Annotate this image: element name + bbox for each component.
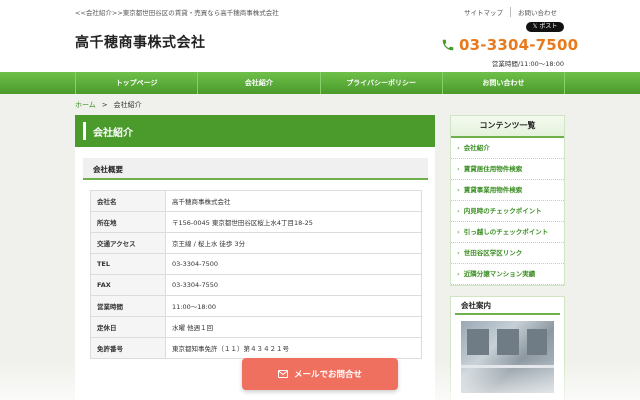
table-row: 免許番号 東京都知事免許（１１）第４３４２１号 — [90, 337, 422, 359]
sidebar-item-label: 賃貸事業用物件検索 — [463, 186, 523, 194]
nav-top[interactable]: トップページ — [75, 72, 197, 94]
arrow-icon: › — [457, 186, 460, 194]
contact-link[interactable]: お問い合わせ — [510, 7, 564, 17]
page-header: 会社紹介 — [75, 115, 435, 147]
row-label: FAX — [90, 274, 166, 296]
row-label: 交通アクセス — [90, 232, 166, 254]
section-title: 会社概要 — [93, 165, 123, 174]
sidebar: コンテンツ一覧 › 会社紹介 › 賃貸居住用物件検索 › 賃貸事業用物件検索 › 内見時… — [450, 115, 565, 400]
sitemap-link[interactable]: サイトマップ — [457, 7, 510, 17]
business-hours: 営業時間/11:00～18:00 — [491, 60, 564, 68]
arrow-icon: › — [457, 249, 460, 257]
row-label: 所在地 — [90, 211, 166, 233]
breadcrumb-separator: > — [101, 101, 108, 109]
row-label: 営業時間 — [90, 295, 166, 317]
row-value: 〒156-0045 東京都世田谷区桜上水4丁目18-25 — [165, 211, 422, 233]
sidebar-item-label: 会社紹介 — [463, 144, 490, 152]
contents-menu-title: コンテンツ一覧 — [451, 116, 564, 138]
row-value: 03-3304-7550 — [165, 274, 422, 296]
sidebar-item-label: 賃貸居住用物件検索 — [463, 165, 523, 173]
row-value: 水曜 他週１回 — [165, 316, 422, 338]
arrow-icon: › — [457, 207, 460, 215]
sidebar-item-company[interactable]: › 会社紹介 — [451, 138, 564, 159]
table-row: 所在地 〒156-0045 東京都世田谷区桜上水4丁目18-25 — [90, 211, 422, 233]
arrow-icon: › — [457, 228, 460, 236]
arrow-icon: › — [457, 165, 460, 173]
office-photo — [461, 321, 554, 393]
sidebar-item-condo[interactable]: › 近隣分譲マンション実績 — [451, 264, 564, 285]
breadcrumb-current: 会社紹介 — [113, 101, 142, 109]
phone-icon — [442, 39, 454, 51]
heading-accent — [83, 122, 86, 140]
sidebar-item-label: 近隣分譲マンション実績 — [463, 270, 536, 278]
sidebar-item-label: 引っ越しのチェックポイント — [463, 228, 549, 236]
table-row: 定休日 水曜 他週１回 — [90, 316, 422, 338]
row-label: 免許番号 — [90, 337, 166, 359]
table-row: FAX 03-3304-7550 — [90, 274, 422, 296]
sidebar-item-residential[interactable]: › 賃貸居住用物件検索 — [451, 159, 564, 180]
page-title: 会社紹介 — [93, 128, 133, 139]
sidebar-item-business[interactable]: › 賃貸事業用物件検索 — [451, 180, 564, 201]
row-value: 11:00～18:00 — [165, 295, 422, 317]
row-value: 高千穂商事株式会社 — [165, 190, 422, 212]
sidebar-item-moving[interactable]: › 引っ越しのチェックポイント — [451, 222, 564, 243]
arrow-icon: › — [457, 144, 460, 152]
sidebar-item-label: 内見時のチェックポイント — [463, 207, 542, 215]
contents-menu: コンテンツ一覧 › 会社紹介 › 賃貸居住用物件検索 › 賃貸事業用物件検索 › 内見時… — [450, 115, 565, 286]
row-label: 定休日 — [90, 316, 166, 338]
table-row: 営業時間 11:00～18:00 — [90, 295, 422, 317]
company-guide-title: 会社案内 — [455, 297, 560, 315]
row-value: 03-3304-7500 — [165, 253, 422, 275]
mail-contact-button[interactable]: メールでお問合せ — [242, 358, 398, 390]
nav-privacy[interactable]: プライバシーポリシー — [319, 72, 442, 94]
row-label: TEL — [90, 253, 166, 275]
breadcrumb-home[interactable]: ホーム — [75, 101, 96, 109]
arrow-icon: › — [457, 270, 460, 278]
site-header: <<会社紹介>>東京都世田谷区の賃貸・売買なら高千穂商事株式会社 高千穂商事株式… — [0, 0, 640, 72]
site-title[interactable]: 高千穂商事株式会社 — [75, 32, 206, 52]
table-row: 交通アクセス 京王線 / 桜上水 徒歩 3分 — [90, 232, 422, 254]
sidebar-item-school[interactable]: › 世田谷区学区リンク — [451, 243, 564, 264]
top-links: サイトマップ お問い合わせ — [457, 7, 564, 17]
row-value: 京王線 / 桜上水 徒歩 3分 — [165, 232, 422, 254]
row-label: 会社名 — [90, 190, 166, 212]
page: <<会社紹介>>東京都世田谷区の賃貸・売買なら高千穂商事株式会社 高千穂商事株式… — [0, 0, 640, 400]
section-header: 会社概要 — [83, 158, 428, 180]
company-guide-box: 会社案内 — [450, 296, 565, 400]
row-value: 東京都知事免許（１１）第４３４２１号 — [165, 337, 422, 359]
mail-icon — [277, 370, 288, 378]
header-tagline: <<会社紹介>>東京都世田谷区の賃貸・売買なら高千穂商事株式会社 — [75, 9, 279, 17]
phone-number: 03-3304-7500 — [459, 36, 579, 54]
phone-block[interactable]: 03-3304-7500 — [441, 36, 578, 54]
sidebar-item-label: 世田谷区学区リンク — [463, 249, 523, 257]
table-row: TEL 03-3304-7500 — [90, 253, 422, 275]
breadcrumb: ホーム > 会社紹介 — [75, 100, 142, 110]
nav-company[interactable]: 会社紹介 — [197, 72, 319, 94]
nav-contact[interactable]: お問い合わせ — [441, 72, 565, 94]
company-info-table: 会社名 高千穂商事株式会社 所在地 〒156-0045 東京都世田谷区桜上水4丁目1… — [90, 190, 422, 359]
mail-button-label: メールでお問合せ — [293, 370, 362, 380]
sidebar-item-viewing[interactable]: › 内見時のチェックポイント — [451, 201, 564, 222]
main-nav: トップページ 会社紹介 プライバシーポリシー お問い合わせ — [0, 72, 640, 94]
x-post-button[interactable]: 𝕏 ポスト — [526, 22, 564, 32]
table-row: 会社名 高千穂商事株式会社 — [90, 190, 422, 212]
